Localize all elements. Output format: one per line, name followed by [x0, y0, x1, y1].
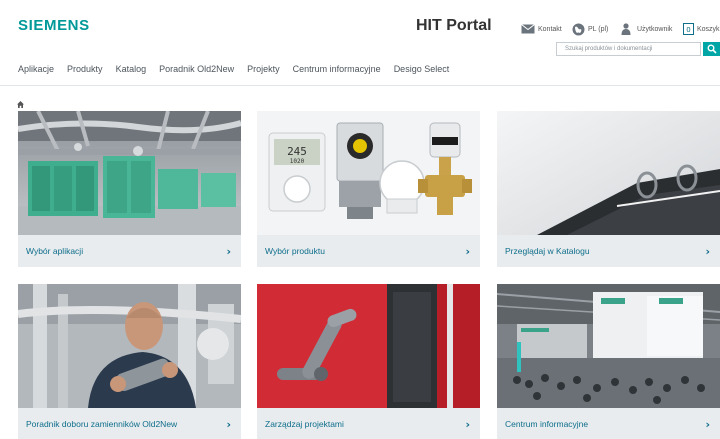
nav-item-old2new[interactable]: Poradnik Old2New: [159, 64, 234, 78]
tile-product-selection[interactable]: 245 1020 Wybór produktu ›: [257, 111, 480, 267]
nav-item-catalog[interactable]: Katalog: [116, 64, 147, 78]
tile-image-exhibition: [497, 284, 720, 408]
tile-image-red-door: [257, 284, 480, 408]
tile-old2new-guide[interactable]: Poradnik doboru zamienników Old2New ›: [18, 284, 241, 439]
tile-label: Poradnik doboru zamienników Old2New: [26, 419, 178, 429]
nav-divider: [0, 85, 720, 86]
chevron-right-icon: ›: [226, 244, 231, 258]
user-icon: [621, 23, 631, 35]
header: SIEMENS HIT Portal Kontakt PL (pl) Użytk…: [0, 0, 720, 60]
tile-image-products: 245 1020: [257, 111, 480, 235]
cart-icon: 0: [683, 23, 694, 35]
tile-image-hvac-plant: [18, 111, 241, 235]
chevron-right-icon: ›: [465, 244, 470, 258]
contact-label: Kontakt: [538, 25, 562, 33]
tile-bar[interactable]: Przeglądaj w Katalogu ›: [497, 235, 720, 267]
chevron-right-icon: ›: [465, 417, 470, 431]
nav-item-desigo-select[interactable]: Desigo Select: [394, 64, 450, 78]
cart-label: Koszyk: [697, 25, 720, 33]
chevron-right-icon: ›: [705, 244, 710, 258]
tile-catalog[interactable]: Przeglądaj w Katalogu ›: [497, 111, 720, 267]
tile-bar[interactable]: Wybór produktu ›: [257, 235, 480, 267]
tile-bar[interactable]: Poradnik doboru zamienników Old2New ›: [18, 408, 241, 439]
tile-image-binder: [497, 111, 720, 235]
nav-item-products[interactable]: Produkty: [67, 64, 103, 78]
tile-application-selection[interactable]: Wybór aplikacji ›: [18, 111, 241, 267]
nav-item-projects[interactable]: Projekty: [247, 64, 280, 78]
svg-text:0: 0: [686, 26, 690, 34]
tile-bar[interactable]: Centrum informacyjne ›: [497, 408, 720, 439]
language-selector[interactable]: PL (pl): [572, 22, 608, 36]
tile-bar[interactable]: Zarządzaj projektami ›: [257, 408, 480, 439]
thermostat-sub-readout: 1020: [290, 158, 305, 165]
main-navigation: Aplikacje Produkty Katalog Poradnik Old2…: [18, 64, 462, 78]
tile-label: Wybór produktu: [265, 246, 325, 256]
search-button[interactable]: [703, 42, 720, 56]
search-icon: [707, 44, 717, 54]
tile-bar[interactable]: Wybór aplikacji ›: [18, 235, 241, 267]
siemens-logo[interactable]: SIEMENS: [18, 17, 90, 34]
page-title: HIT Portal: [416, 17, 492, 34]
tile-label: Przeglądaj w Katalogu: [505, 246, 590, 256]
tile-manage-projects[interactable]: Zarządzaj projektami ›: [257, 284, 480, 439]
tile-label: Centrum informacyjne: [505, 419, 589, 429]
home-icon: [17, 101, 24, 108]
thermostat-main-readout: 245: [287, 145, 307, 158]
nav-item-applications[interactable]: Aplikacje: [18, 64, 54, 78]
contact-link[interactable]: Kontakt: [521, 22, 562, 36]
user-label: Użytkownik: [637, 25, 673, 33]
nav-item-info-center[interactable]: Centrum informacyjne: [293, 64, 381, 78]
chevron-right-icon: ›: [705, 417, 710, 431]
envelope-icon: [521, 24, 535, 34]
globe-icon: [572, 23, 585, 35]
tile-info-center[interactable]: Centrum informacyjne ›: [497, 284, 720, 439]
chevron-right-icon: ›: [226, 417, 231, 431]
tile-image-engineer: [18, 284, 241, 408]
tile-label: Zarządzaj projektami: [265, 419, 344, 429]
search-input[interactable]: Szukaj produktów i dokumentacji: [556, 42, 701, 56]
language-label: PL (pl): [588, 25, 609, 33]
tile-label: Wybór aplikacji: [26, 246, 84, 256]
cart-link[interactable]: 0 Koszyk: [683, 22, 720, 36]
user-link[interactable]: Użytkownik: [621, 22, 672, 36]
